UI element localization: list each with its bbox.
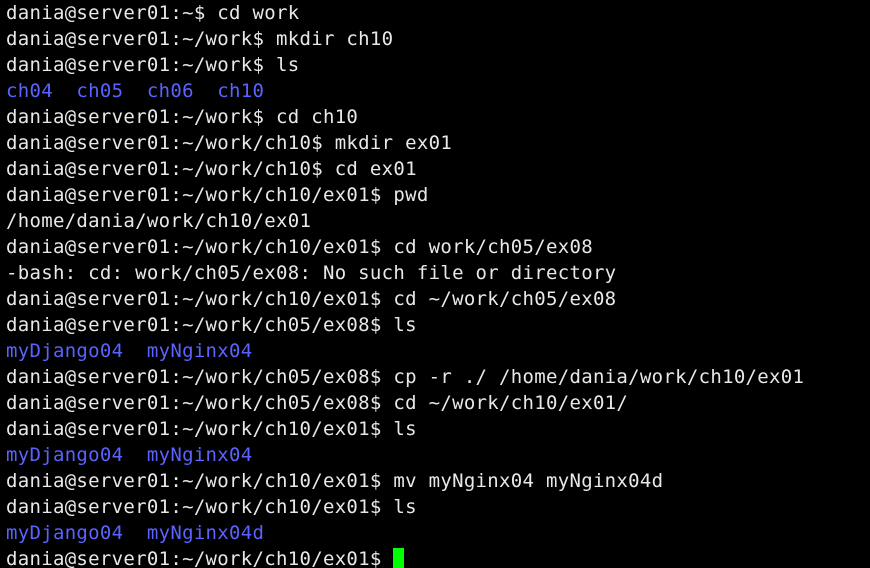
terminal-line-output: /home/dania/work/ch10/ex01 xyxy=(6,210,312,232)
current-prompt: dania@server01:~/work/ch10/ex01$ xyxy=(6,548,394,568)
terminal-line-directory-listing: myDjango04 myNginx04 xyxy=(6,340,253,362)
terminal-line-prompt: dania@server01:~/work$ ls xyxy=(6,54,300,76)
terminal-line-prompt: dania@server01:~/work/ch10/ex01$ cd work… xyxy=(6,236,593,258)
terminal-line-directory-listing: myDjango04 myNginx04d xyxy=(6,522,265,544)
terminal-line-prompt: dania@server01:~/work$ cd ch10 xyxy=(6,106,359,128)
terminal-line-directory-listing: ch04 ch05 ch06 ch10 xyxy=(6,80,265,102)
terminal-input-line[interactable]: dania@server01:~/work/ch10/ex01$ xyxy=(6,546,870,568)
terminal-line-prompt: dania@server01:~$ cd work xyxy=(6,2,300,24)
terminal-line-prompt: dania@server01:~/work/ch10/ex01$ ls xyxy=(6,496,417,518)
text-cursor xyxy=(393,548,405,568)
terminal-line-error: -bash: cd: work/ch05/ex08: No such file … xyxy=(6,262,617,284)
terminal-line-prompt: dania@server01:~/work/ch10$ cd ex01 xyxy=(6,158,417,180)
terminal-line-prompt: dania@server01:~/work/ch10$ mkdir ex01 xyxy=(6,132,453,154)
terminal-line-directory-listing: myDjango04 myNginx04 xyxy=(6,444,253,466)
terminal-line-prompt: dania@server01:~/work$ mkdir ch10 xyxy=(6,28,394,50)
terminal-line-prompt: dania@server01:~/work/ch10/ex01$ pwd xyxy=(6,184,429,206)
terminal-line-prompt: dania@server01:~/work/ch10/ex01$ ls xyxy=(6,418,417,440)
terminal-line-prompt: dania@server01:~/work/ch05/ex08$ cd ~/wo… xyxy=(6,392,629,414)
terminal-line-prompt: dania@server01:~/work/ch10/ex01$ mv myNg… xyxy=(6,470,664,492)
terminal-window[interactable]: dania@server01:~$ cd work dania@server01… xyxy=(0,0,870,568)
terminal-line-prompt: dania@server01:~/work/ch05/ex08$ ls xyxy=(6,314,417,336)
terminal-line-prompt: dania@server01:~/work/ch10/ex01$ cd ~/wo… xyxy=(6,288,617,310)
terminal-line-prompt: dania@server01:~/work/ch05/ex08$ cp -r .… xyxy=(6,366,805,388)
